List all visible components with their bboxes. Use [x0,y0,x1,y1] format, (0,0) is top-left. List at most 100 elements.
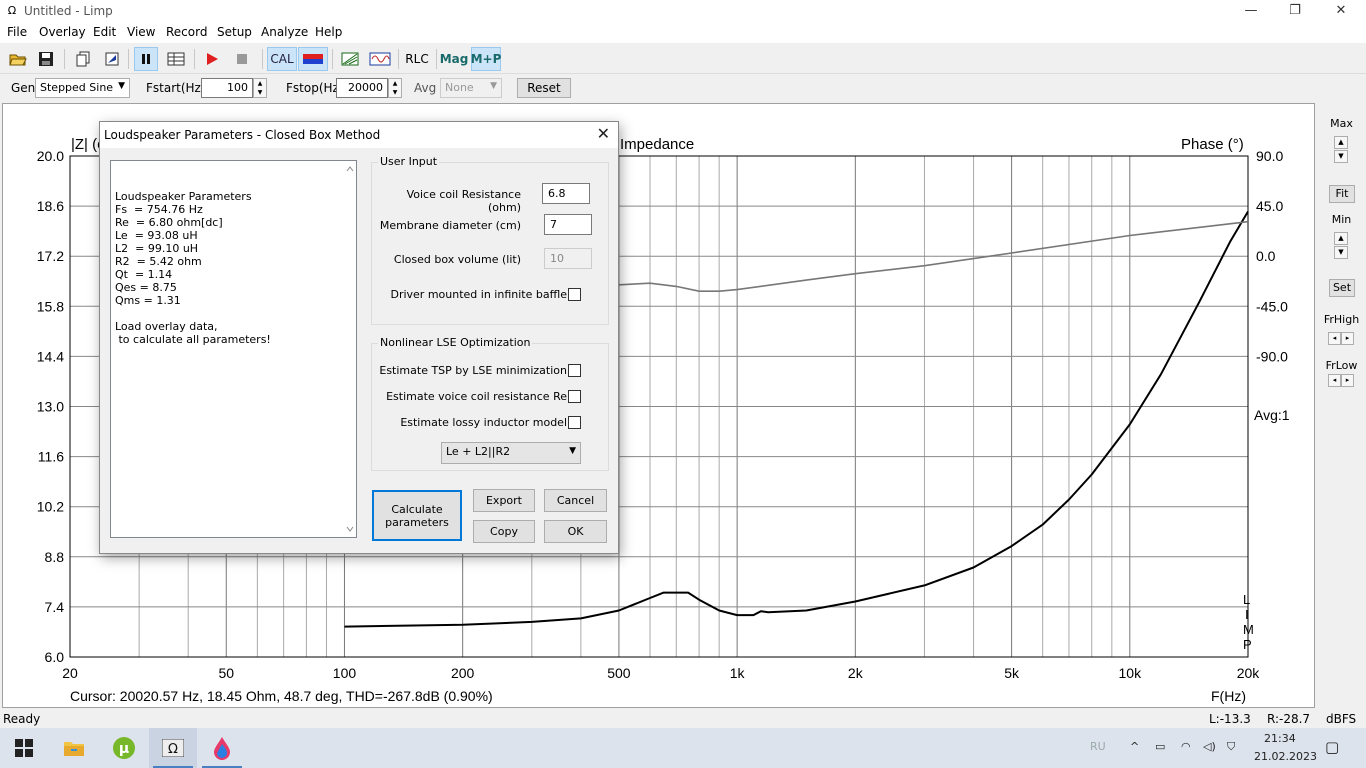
memo-scrollbar[interactable] [344,161,356,537]
results-line [115,307,352,320]
menu-bar: File Overlay Edit View Record Setup Anal… [0,23,1366,43]
generator-select[interactable]: Stepped Sine ▼ [35,78,130,98]
menu-edit[interactable]: Edit [93,25,116,39]
save-icon[interactable] [34,47,58,71]
security-shield-icon[interactable]: ⛉ [1227,740,1235,754]
menu-overlay[interactable]: Overlay [39,25,86,39]
estimate-tsp-checkbox[interactable] [568,364,581,377]
plot-title: Impedance [620,136,694,153]
windows-start-icon[interactable] [0,728,48,768]
max-up-button[interactable]: ▲ [1334,136,1348,149]
estimate-re-checkbox[interactable] [568,390,581,403]
menu-setup[interactable]: Setup [217,25,252,39]
frhigh-left-button[interactable]: ◂ [1328,332,1341,345]
chevron-down-icon: ▼ [569,446,576,456]
battery-icon[interactable]: ▭ [1155,740,1165,753]
mag-phase-button[interactable]: M+P [471,47,501,71]
file-explorer-icon[interactable] [50,728,98,768]
estimate-tsp-label: Estimate TSP by LSE minimization [379,364,567,377]
avg-select[interactable]: None ▼ [440,78,502,98]
wifi-icon[interactable]: ◠ [1181,740,1191,753]
results-memo[interactable]: Loudspeaker Parameters Fs = 754.76 Hz Re =… [110,160,357,538]
min-up-button[interactable]: ▲ [1334,232,1348,245]
export-button[interactable]: Export [473,489,535,512]
close-icon[interactable]: ✕ [597,124,610,143]
generator-bar: Gen Stepped Sine ▼ Fstart(Hz) 100 ▲ ▼ Fst… [0,75,1366,102]
min-down-button[interactable]: ▼ [1334,246,1348,259]
volume-icon[interactable]: ◁) [1203,740,1216,753]
frlow-right-button[interactable]: ▸ [1341,374,1354,387]
paint-drop-icon[interactable] [198,728,246,768]
copy-button[interactable]: Copy [473,520,535,543]
language-indicator[interactable]: RU [1090,740,1106,753]
minimize-button[interactable]: — [1228,0,1274,23]
left-level: L:-13.3 [1209,712,1251,726]
fstop-spinner[interactable]: ▲ ▼ [388,78,402,98]
results-line: Qes = 8.75 [115,281,177,294]
restore-button[interactable]: ❐ [1272,0,1318,23]
max-down-button[interactable]: ▼ [1334,150,1348,163]
rlc-button[interactable]: RLC [404,47,430,71]
y-tick-labels: 20.0 18.6 17.2 15.8 14.4 13.0 11.6 10.2 8.8 7.4 6.… [37,148,64,665]
y-tick-label: 10.2 [37,499,64,515]
calibration-curve-icon[interactable] [298,47,328,71]
clock-time[interactable]: 21:34 [1264,732,1296,745]
notification-icon[interactable]: ▢ [1325,738,1339,756]
results-line: R2 = 5.42 ohm [115,255,202,268]
svg-text:µ: µ [119,741,129,757]
status-bar: Ready L:-13.3 R:-28.7 dBFS [0,710,1366,728]
infinite-baffle-checkbox[interactable] [568,288,581,301]
fstart-input[interactable]: 100 [201,78,253,98]
set-button[interactable]: Set [1329,279,1355,297]
ok-button[interactable]: OK [544,520,607,543]
y2-tick-label: 90.0 [1256,148,1283,164]
menu-view[interactable]: View [127,25,155,39]
clock-date[interactable]: 21.02.2023 [1254,750,1317,763]
fit-button[interactable]: Fit [1329,185,1355,203]
lossy-inductor-checkbox[interactable] [568,416,581,429]
menu-file[interactable]: File [7,25,27,39]
estimate-re-label: Estimate voice coil resistance Re [386,390,567,403]
dialog-title-bar: Loudspeaker Parameters - Closed Box Meth… [100,122,618,148]
sine-icon[interactable] [368,47,392,71]
results-line: Qms = 1.31 [115,294,181,307]
right-level: R:-28.7 [1267,712,1311,726]
min-label: Min [1331,213,1352,226]
reset-button[interactable]: Reset [517,78,571,98]
membrane-diameter-input[interactable]: 7 [544,214,592,235]
calculate-parameters-button[interactable]: Calculate parameters [372,490,462,541]
results-line: Load overlay data, [115,320,218,333]
stop-icon[interactable] [230,47,254,71]
svg-text:Ω: Ω [168,742,178,757]
fstart-spinner[interactable]: ▲ ▼ [253,78,267,98]
frlow-left-button[interactable]: ◂ [1328,374,1341,387]
y-tick-label: 17.2 [37,248,64,264]
close-window-button[interactable]: ✕ [1318,0,1364,23]
x-tick-label: 500 [607,665,631,681]
table-icon[interactable] [164,47,188,71]
y-tick-label: 20.0 [37,148,64,164]
utorrent-icon[interactable]: µ [100,728,148,768]
menu-record[interactable]: Record [166,25,207,39]
tray-expand-icon[interactable]: ^ [1130,740,1139,753]
cursor-icon[interactable] [100,47,124,71]
mag-button[interactable]: Mag [440,47,469,71]
open-folder-icon[interactable] [6,47,30,71]
menu-help[interactable]: Help [315,25,342,39]
menu-analyze[interactable]: Analyze [261,25,308,39]
pause-icon[interactable] [134,47,158,71]
copy-icon[interactable] [72,47,96,71]
cancel-button[interactable]: Cancel [544,489,607,512]
inductor-model-select[interactable]: Le + L2||R2 ▼ [441,442,581,464]
loudspeaker-parameters-dialog: Loudspeaker Parameters - Closed Box Meth… [99,121,619,554]
sweep-icon[interactable] [338,47,362,71]
vc-resistance-input[interactable]: 6.8 [542,183,590,204]
record-play-icon[interactable] [200,47,224,71]
cal-button[interactable]: CAL [267,47,297,71]
limp-letter-p: P [1243,637,1252,652]
box-volume-input[interactable]: 10 [544,248,592,269]
frhigh-right-button[interactable]: ▸ [1341,332,1354,345]
dialog-title: Loudspeaker Parameters - Closed Box Meth… [104,128,381,142]
limp-taskbar-icon[interactable]: Ω [149,728,197,768]
fstop-input[interactable]: 20000 [336,78,388,98]
